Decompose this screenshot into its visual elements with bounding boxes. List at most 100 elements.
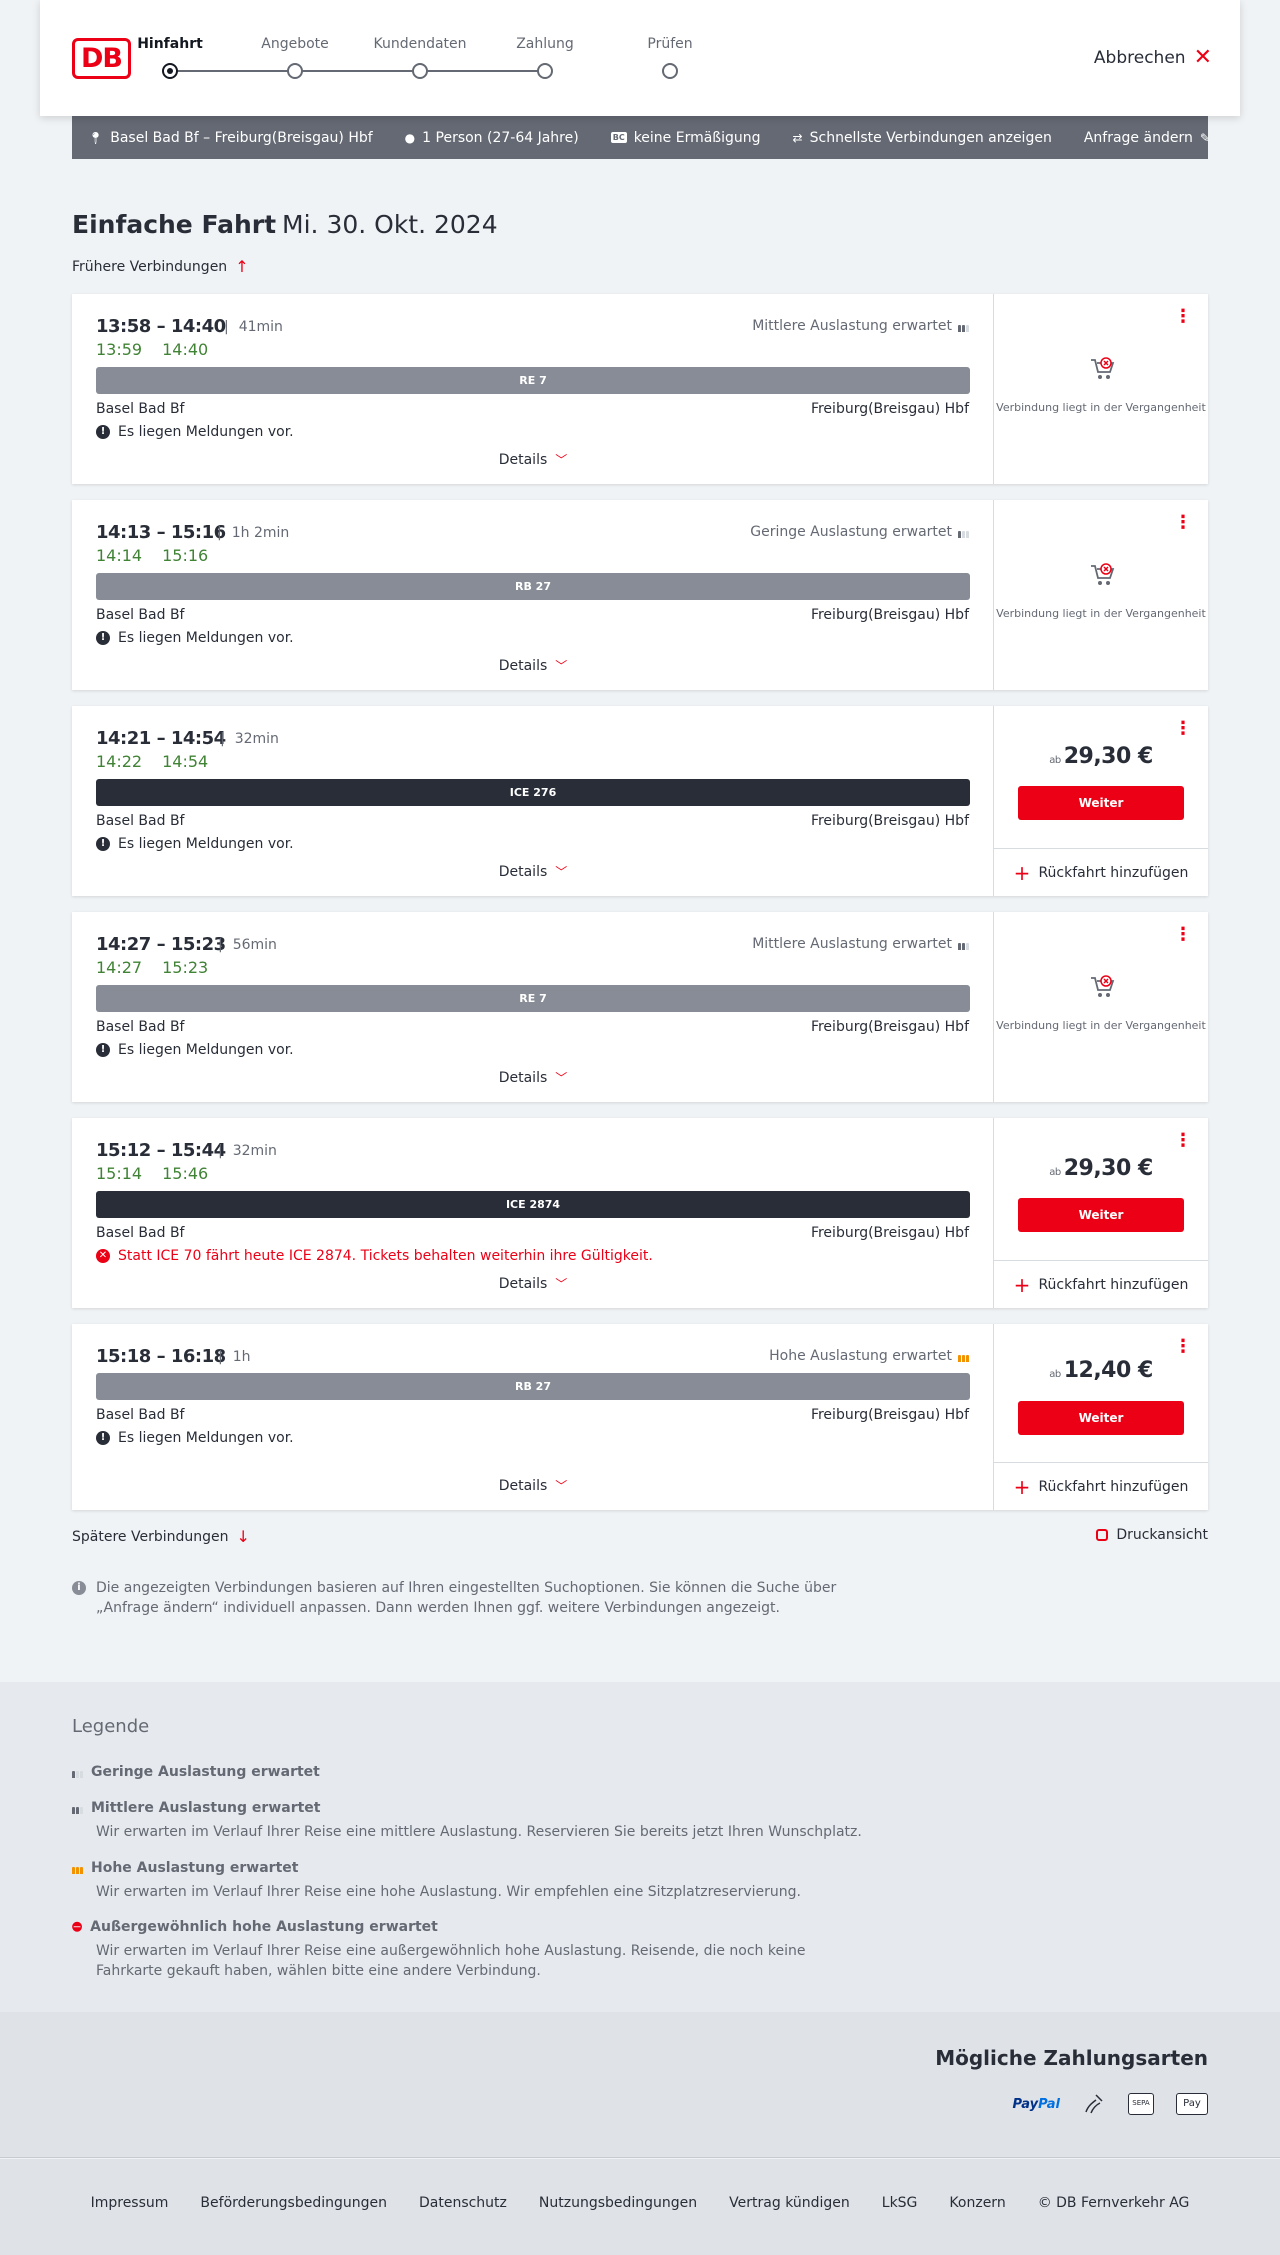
arrival-station: Freiburg(Breisgau) Hbf: [810, 1019, 969, 1035]
footer-link-konzern[interactable]: Konzern: [949, 2195, 1005, 2255]
paypal-icon: PayPal: [1013, 2097, 1060, 2112]
realtime-departure: 14:27: [96, 958, 143, 977]
footer-link-datenschutz[interactable]: Datenschutz: [419, 2195, 507, 2255]
train-bar[interactable]: RB 27: [96, 1373, 970, 1400]
fastest-connections-toggle[interactable]: ⇄ Schnellste Verbindungen anzeigen: [793, 130, 1052, 146]
footer-link-lksg[interactable]: LkSG: [882, 2195, 918, 2255]
connection-info: 13:58 – 14:40 41min 13:59 14:40 Mittlere…: [72, 294, 994, 484]
add-return-button[interactable]: + Rückfahrt hinzufügen: [994, 1260, 1208, 1308]
continue-button[interactable]: Weiter: [1018, 1401, 1184, 1435]
arrival-station: Freiburg(Breisgau) Hbf: [810, 401, 969, 417]
message-text: Es liegen Meldungen vor.: [118, 424, 294, 440]
occupancy-indicator: Geringe Auslastung erwartet: [750, 524, 969, 540]
step-dot-angebote: [287, 63, 303, 79]
legend-item-desc: Wir erwarten im Verlauf Ihrer Reise eine…: [96, 1824, 862, 1840]
details-toggle[interactable]: Details ﹀: [72, 1477, 994, 1494]
passenger-text: 1 Person (27-64 Jahre): [422, 129, 579, 146]
more-options-icon[interactable]: ⋮: [1174, 720, 1192, 738]
footer-link-nutzungsbedingungen[interactable]: Nutzungsbedingungen: [539, 2195, 697, 2255]
print-view-link[interactable]: Druckansicht: [1096, 1527, 1208, 1543]
later-connections-link[interactable]: Spätere Verbindungen ↓: [72, 1527, 250, 1546]
exclamation-icon: !: [96, 1431, 110, 1445]
more-options-icon[interactable]: ⋮: [1174, 926, 1192, 944]
departure-station: Basel Bad Bf: [96, 1407, 185, 1423]
later-label: Spätere Verbindungen: [72, 1528, 229, 1545]
details-toggle[interactable]: Details ﹀: [72, 863, 994, 880]
realtime-times: 13:59 14:40: [96, 340, 208, 359]
legend-item: Mittlere Auslastung erwartet Wir erwarte…: [72, 1800, 872, 1842]
planned-times: 14:21 – 14:54: [96, 728, 226, 749]
earlier-connections-link[interactable]: Frühere Verbindungen ↑: [72, 257, 249, 276]
step-label-hinfahrt: Hinfahrt: [137, 36, 203, 52]
price: ab 12,40 €: [994, 1358, 1208, 1383]
planned-times: 13:58 – 14:40: [96, 316, 226, 337]
step-label-kundendaten: Kundendaten: [373, 36, 467, 52]
error-icon: ✕: [96, 1249, 110, 1263]
message-notice: ! Es liegen Meldungen vor.: [96, 630, 294, 646]
continue-button[interactable]: Weiter: [1018, 786, 1184, 820]
cancel-button[interactable]: Abbrechen ✕: [1094, 47, 1212, 69]
more-options-icon[interactable]: ⋮: [1174, 308, 1192, 326]
departure-station: Basel Bad Bf: [96, 1225, 185, 1241]
train-bar[interactable]: RE 7: [96, 367, 970, 394]
details-toggle[interactable]: Details ﹀: [72, 657, 994, 674]
change-request-label: Anfrage ändern: [1083, 129, 1193, 146]
details-toggle[interactable]: Details ﹀: [72, 1069, 994, 1086]
duration: 56min: [218, 937, 277, 953]
search-summary-bar: 📍︎ Basel Bad Bf – Freiburg(Breisgau) Hbf…: [72, 116, 1210, 159]
offer-panel: ⋮ ab 29,30 € Weiter + Rückfahrt hinzufüge…: [994, 1118, 1208, 1308]
occupancy-indicator: Hohe Auslastung erwartet: [769, 1348, 969, 1364]
arrival-station: Freiburg(Breisgau) Hbf: [810, 607, 969, 623]
change-request-button[interactable]: Anfrage ändern ✎: [1084, 130, 1210, 146]
add-return-button[interactable]: + Rückfahrt hinzufügen: [994, 848, 1208, 896]
footer-copyright: © DB Fernverkehr AG: [1037, 2195, 1190, 2211]
location-pin-icon: 📍︎: [88, 130, 104, 145]
details-label: Details: [498, 863, 548, 880]
continue-button[interactable]: Weiter: [1018, 1198, 1184, 1232]
details-label: Details: [498, 657, 548, 674]
train-bar[interactable]: ICE 2874: [96, 1191, 970, 1218]
train-bar[interactable]: RB 27: [96, 573, 970, 600]
add-return-label: Rückfahrt hinzufügen: [1038, 1478, 1189, 1495]
legend-item: Hohe Auslastung erwartet Wir erwarten im…: [72, 1860, 872, 1902]
payment-icons: PayPal SEPA Pay: [1013, 2092, 1208, 2116]
connection-card: 14:27 – 15:23 56min 14:27 15:23 Mittlere…: [72, 912, 1208, 1102]
more-options-icon[interactable]: ⋮: [1174, 1338, 1192, 1356]
message-text: Es liegen Meldungen vor.: [118, 630, 294, 646]
price-prefix: ab: [1049, 1369, 1061, 1380]
search-options-note: i Die angezeigten Verbindungen basieren …: [72, 1578, 852, 1618]
exclamation-icon: !: [96, 837, 110, 851]
step-dot-pruefen: [662, 63, 678, 79]
train-bar[interactable]: RE 7: [96, 985, 970, 1012]
past-connection-text: Verbindung liegt in der Vergangenheit: [996, 401, 1206, 414]
more-options-icon[interactable]: ⋮: [1174, 514, 1192, 532]
printer-icon: [1096, 1529, 1109, 1541]
cart-unavailable-icon: [1091, 563, 1115, 585]
step-dot-zahlung: [537, 63, 553, 79]
planned-times: 15:12 – 15:44: [96, 1140, 226, 1161]
db-logo[interactable]: DB: [72, 38, 131, 79]
add-return-label: Rückfahrt hinzufügen: [1038, 864, 1189, 881]
chevron-down-icon: ﹀: [555, 865, 568, 879]
connection-card: 14:13 – 15:16 1h 2min 14:14 15:16 Gering…: [72, 500, 1208, 690]
connection-card: 15:18 – 16:18 1h Hohe Auslastung erwarte…: [72, 1324, 1208, 1510]
train-bar[interactable]: ICE 276: [96, 779, 970, 806]
details-toggle[interactable]: Details ﹀: [72, 1275, 994, 1292]
legend-item-desc: Wir erwarten im Verlauf Ihrer Reise eine…: [96, 1943, 806, 1979]
add-return-button[interactable]: + Rückfahrt hinzufügen: [994, 1462, 1208, 1510]
footer-link-vertrag-kuendigen[interactable]: Vertrag kündigen: [729, 2195, 850, 2255]
offer-panel: ⋮ Verbindung liegt in der Vergangenheit: [994, 294, 1208, 484]
person-icon: ●: [404, 130, 416, 145]
realtime-arrival: 15:23: [162, 958, 209, 977]
details-toggle[interactable]: Details ﹀: [72, 451, 994, 468]
footer-link-befoerderungsbedingungen[interactable]: Beförderungsbedingungen: [200, 2195, 387, 2255]
disruption-notice: ✕ Statt ICE 70 fährt heute ICE 2874. Tic…: [96, 1248, 653, 1264]
occupancy-low-icon: [958, 527, 969, 538]
legend-item: Geringe Auslastung erwartet: [72, 1764, 872, 1780]
planned-times: 14:13 – 15:16: [96, 522, 226, 543]
footer-link-impressum[interactable]: Impressum: [91, 2195, 169, 2255]
more-options-icon[interactable]: ⋮: [1174, 1132, 1192, 1150]
realtime-times: 14:22 14:54: [96, 752, 208, 771]
occupancy-medium-icon: [958, 939, 969, 950]
duration: 32min: [220, 731, 279, 747]
